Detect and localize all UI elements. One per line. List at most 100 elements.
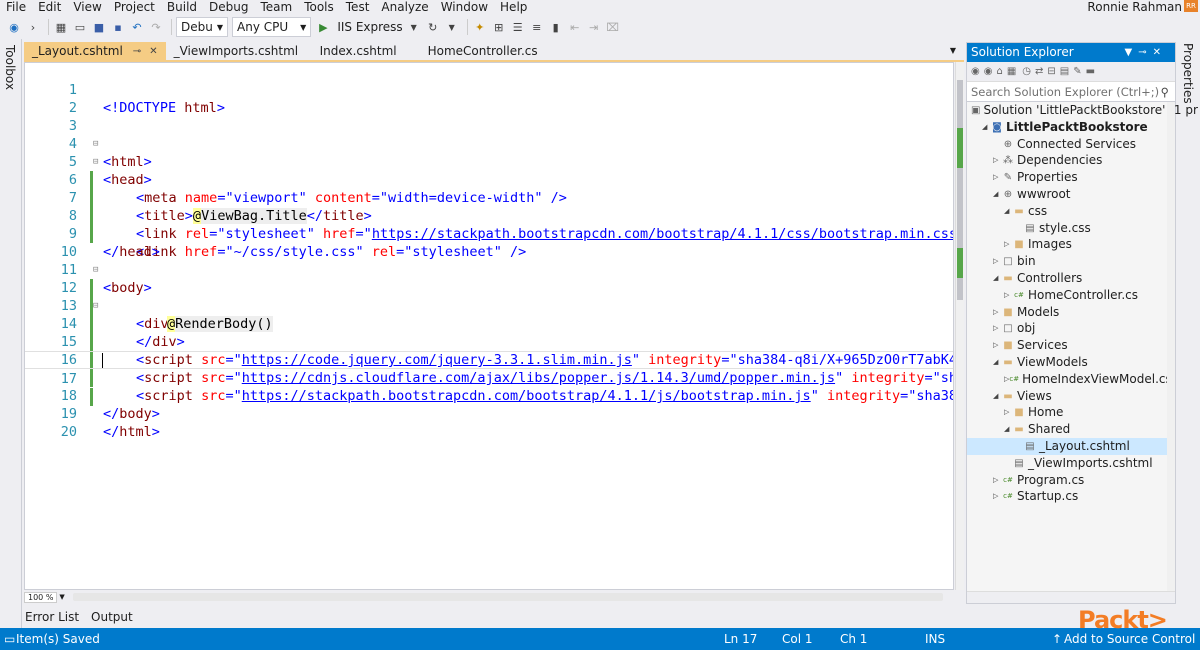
tab-index[interactable]: Index.cshtml [311, 42, 420, 60]
menu-debug[interactable]: Debug [203, 0, 254, 15]
collapsed-arrow-icon[interactable]: ▷ [1004, 287, 1013, 304]
browser-link-icon[interactable]: ✦ [472, 19, 488, 35]
comment-icon[interactable]: ☰ [510, 19, 526, 35]
collapse-all-icon[interactable]: ⊟ [1047, 66, 1055, 77]
tree-item[interactable]: ◢ ▬ Controllers [967, 270, 1167, 287]
run-target[interactable]: IIS Express [337, 20, 402, 34]
search-icon[interactable]: ⚲ [1161, 82, 1169, 102]
history-icon[interactable]: ◷ [1022, 66, 1031, 77]
menu-team[interactable]: Team [254, 0, 298, 15]
solution-horizontal-scrollbar[interactable] [967, 591, 1175, 603]
expanded-arrow-icon[interactable]: ◢ [982, 119, 991, 136]
collapsed-arrow-icon[interactable]: ▷ [993, 488, 1002, 505]
back-icon[interactable]: ◉ [6, 19, 22, 35]
menu-help[interactable]: Help [494, 0, 533, 15]
tree-item[interactable]: ◢ ▬ css [967, 203, 1167, 220]
tab-homecontroller[interactable]: HomeController.cs [419, 42, 546, 60]
play-icon[interactable]: ▶ [315, 19, 331, 35]
collapsed-arrow-icon[interactable]: ▷ [993, 304, 1002, 321]
menu-edit[interactable]: Edit [32, 0, 67, 15]
menu-view[interactable]: View [67, 0, 107, 15]
tree-item[interactable]: ▷ ■ Images [967, 236, 1167, 253]
save-icon[interactable]: ■ [91, 19, 107, 35]
tab-error-list[interactable]: Error List [22, 610, 82, 624]
sync-icon[interactable]: ⇄ [1035, 66, 1043, 77]
tab-layout[interactable]: _Layout.cshtml ⊸ ✕ [24, 42, 166, 60]
collapsed-arrow-icon[interactable]: ▷ [993, 253, 1002, 270]
collapsed-arrow-icon[interactable]: ▷ [993, 169, 1002, 186]
collapsed-arrow-icon[interactable]: ▷ [993, 337, 1002, 354]
tab-output[interactable]: Output [88, 610, 136, 624]
toolbox-strip[interactable]: Toolbox [0, 39, 22, 628]
bookmark-next-icon[interactable]: ⇥ [586, 19, 602, 35]
zoom-select[interactable]: 100 % [24, 591, 58, 603]
tree-item[interactable]: ▷ ■ Models [967, 304, 1167, 321]
collapsed-arrow-icon[interactable]: ▷ [1004, 236, 1013, 253]
bookmark-clear-icon[interactable]: ⌧ [605, 19, 621, 35]
tree-item[interactable]: ▷ □ obj [967, 320, 1167, 337]
tab-dropdown-icon[interactable]: ▼ [950, 46, 956, 55]
editor-vertical-scrollbar[interactable] [955, 62, 964, 590]
tree-item[interactable]: ▷ c# Startup.cs [967, 488, 1167, 505]
close-icon[interactable]: ✕ [1153, 47, 1167, 58]
tree-item[interactable]: ◢ ⊕ wwwroot [967, 186, 1167, 203]
collapsed-arrow-icon[interactable]: ▷ [993, 320, 1002, 337]
expanded-arrow-icon[interactable]: ◢ [993, 388, 1002, 405]
tree-item[interactable]: ▤ style.css [967, 220, 1167, 237]
undo-icon[interactable]: ↶ [129, 19, 145, 35]
up-arrow-icon[interactable]: ↑ [1052, 628, 1062, 650]
show-all-files-icon[interactable]: ▤ [1060, 66, 1069, 77]
tree-item[interactable]: ◢ ▬ Shared [967, 421, 1167, 438]
panel-window-controls[interactable]: ▼⊸✕ [1125, 43, 1167, 62]
tree-item[interactable]: ▷ ■ Services [967, 337, 1167, 354]
switch-views-icon[interactable]: ▦ [1007, 66, 1016, 77]
toolbox-label[interactable]: Toolbox [3, 45, 17, 90]
menu-file[interactable]: File [0, 0, 32, 15]
chevron-down-icon[interactable]: ▼ [406, 19, 422, 35]
menu-build[interactable]: Build [161, 0, 203, 15]
properties-label[interactable]: Properties [1181, 43, 1195, 104]
tree-item[interactable]: ▷ ⁂ Dependencies [967, 152, 1167, 169]
tree-item[interactable]: ◢ ▬ Views [967, 388, 1167, 405]
menu-test[interactable]: Test [340, 0, 376, 15]
properties-strip[interactable]: Properties [1177, 39, 1200, 628]
refresh-icon[interactable]: ↻ [425, 19, 441, 35]
tree-item[interactable]: ◢ ◙ LittlePacktBookstore [967, 119, 1167, 136]
configuration-select[interactable]: Debu ▼ [176, 17, 229, 37]
bookmark-prev-icon[interactable]: ⇤ [567, 19, 583, 35]
collapsed-arrow-icon[interactable]: ▷ [993, 472, 1002, 489]
chevron-down-icon[interactable]: ▼ [444, 19, 460, 35]
expanded-arrow-icon[interactable]: ◢ [993, 270, 1002, 287]
tree-item[interactable]: ▷ c# HomeIndexViewModel.cs [967, 371, 1172, 388]
user-avatar[interactable]: RR [1184, 0, 1198, 12]
expanded-arrow-icon[interactable]: ◢ [1004, 421, 1013, 438]
tree-item[interactable]: ▷ □ bin [967, 253, 1167, 270]
expanded-arrow-icon[interactable]: ◢ [993, 186, 1002, 203]
uncomment-icon[interactable]: ≡ [529, 19, 545, 35]
menu-project[interactable]: Project [108, 0, 161, 15]
code-editor[interactable]: 1 <!DOCTYPE html> 2 3 ⊟ <html> 4 ⊟ <head… [24, 62, 954, 590]
bookmark-icon[interactable]: ▮ [548, 19, 564, 35]
format-icon[interactable]: ⊞ [491, 19, 507, 35]
close-icon[interactable]: ✕ [149, 46, 157, 57]
menu-window[interactable]: Window [435, 0, 494, 15]
pin-icon[interactable]: ⊸ [133, 46, 141, 57]
tree-item[interactable]: ▣ Solution 'LittlePacktBookstore' (1 pr [967, 102, 1198, 119]
solution-vertical-scrollbar[interactable] [1167, 102, 1175, 592]
expanded-arrow-icon[interactable]: ◢ [993, 354, 1002, 371]
platform-select[interactable]: Any CPU ▼ [232, 17, 312, 37]
open-icon[interactable]: ▭ [72, 19, 88, 35]
home-icon[interactable]: ⌂ [996, 66, 1002, 77]
wrench-icon[interactable]: ✎ [1073, 66, 1081, 77]
chevron-down-icon[interactable]: ▼ [1125, 47, 1139, 58]
tree-item[interactable]: ▷ ■ Home [967, 404, 1167, 421]
collapsed-arrow-icon[interactable]: ▷ [1004, 404, 1013, 421]
tree-item[interactable]: ◢ ▬ ViewModels [967, 354, 1167, 371]
collapsed-arrow-icon[interactable]: ▷ [993, 152, 1002, 169]
forward-icon[interactable]: ◉ [984, 66, 993, 77]
search-input[interactable]: Search Solution Explorer (Ctrl+;) ⚲ [967, 82, 1175, 102]
pin-icon[interactable]: ⊸ [1138, 47, 1152, 58]
tree-item[interactable]: ▤ _ViewImports.cshtml [967, 455, 1167, 472]
save-all-icon[interactable]: ▪ [110, 19, 126, 35]
menu-tools[interactable]: Tools [298, 0, 340, 15]
